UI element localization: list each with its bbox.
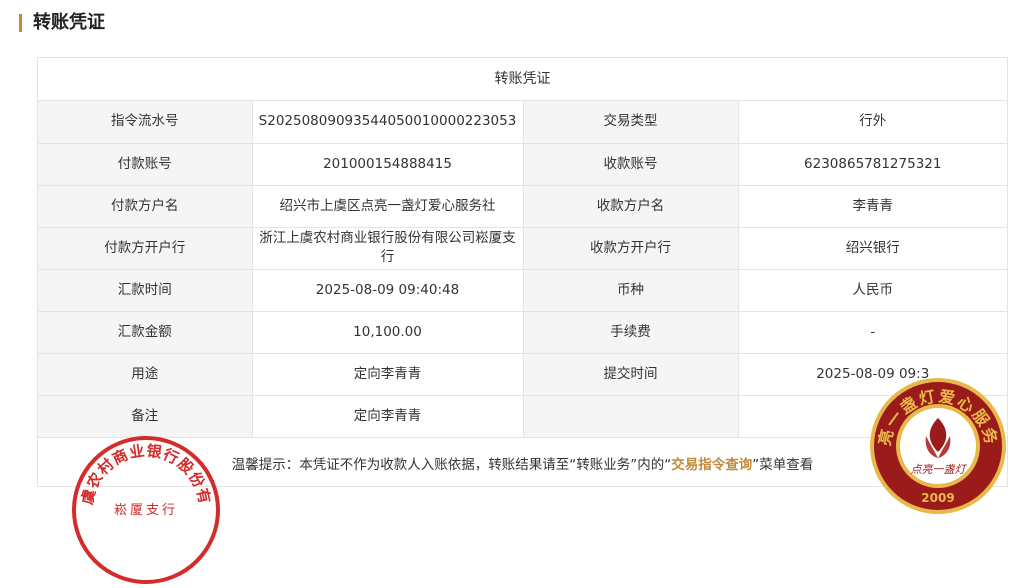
field-value: 人民币 (737, 268, 1007, 312)
field-value: 绍兴市上虞区点亮一盏灯爱心服务社 (251, 184, 524, 228)
field-label: 汇款时间 (38, 268, 253, 312)
field-value: 李青青 (737, 184, 1007, 228)
voucher-row: 付款方户名 绍兴市上虞区点亮一盏灯爱心服务社 收款方户名 李青青 (38, 184, 1007, 228)
voucher-row: 指令流水号 S2025080909354405001000022305​3 交易类型… (38, 101, 1007, 144)
tip-suffix: ”菜单查看 (752, 457, 814, 473)
bank-seal-stamp: 浙江上虞农村商业银行股份有限公司 崧厦支行 (68, 432, 220, 584)
field-label: 手续费 (522, 310, 739, 354)
field-label: 收款方户名 (522, 184, 739, 228)
voucher-row: 汇款时间 2025-08-09 09:40:48 币种 人民币 (38, 268, 1007, 312)
bank-seal-arc-text: 浙江上虞农村商业银行股份有限公司 (68, 432, 213, 506)
field-label: 提交时间 (522, 352, 739, 396)
org-seal-center-text: 点亮一盏灯 (911, 463, 968, 476)
field-value: 6230865781275321 (737, 142, 1007, 186)
field-label: 币种 (522, 268, 739, 312)
field-label: 交易类型 (522, 101, 739, 144)
title-accent-bar (19, 14, 22, 32)
field-label: 付款方开户行 (38, 226, 253, 270)
field-value: - (737, 310, 1007, 354)
field-label: 收款账号 (522, 142, 739, 186)
transfer-voucher: 转账凭证 指令流水号 S2025080909354405001000022305​… (37, 57, 1008, 487)
page-header: 转账凭证 (0, 0, 1018, 50)
field-value: 定向李青青 (251, 394, 524, 438)
field-value: 定向李青青 (251, 352, 524, 396)
svg-text:浙江上虞农村商业银行股份有限公司: 浙江上虞农村商业银行股份有限公司 (68, 432, 214, 506)
field-value: 10,100.00 (251, 310, 524, 354)
field-value: 绍兴银行 (737, 226, 1007, 270)
voucher-row: 用途 定向李青青 提交时间 2025-08-09 09:3 (38, 352, 1007, 396)
field-label: 付款账号 (38, 142, 253, 186)
bank-seal-branch-text: 崧厦支行 (114, 503, 178, 518)
voucher-row: 备注 定向李青青 (38, 394, 1007, 438)
field-value: S2025080909354405001000022305​3 (251, 101, 524, 144)
field-label (522, 394, 739, 438)
voucher-table: 指令流水号 S2025080909354405001000022305​3 交易类型… (38, 101, 1007, 438)
transaction-query-link[interactable]: 交易指令查询 (671, 457, 752, 473)
field-label: 汇款金额 (38, 310, 253, 354)
org-seal-year: 2009 (921, 491, 954, 505)
field-value: 201000154888415 (251, 142, 524, 186)
field-value: 浙江上虞农村商业银行股份有限公司崧厦支行 (251, 226, 524, 270)
field-label: 付款方户名 (38, 184, 253, 228)
organization-seal: 点亮一盏灯爱心服务社 点亮一盏灯 2009 (868, 376, 1006, 514)
voucher-row: 付款方开户行 浙江上虞农村商业银行股份有限公司崧厦支行 收款方开户行 绍兴银行 (38, 226, 1007, 270)
tip-prefix: 温馨提示：本凭证不作为收款人入账依据，转账结果请至“转账业务”内的“ (231, 457, 672, 473)
voucher-title: 转账凭证 (38, 58, 1007, 101)
field-value: 2025-08-09 09:40:48 (251, 268, 524, 312)
voucher-row: 付款账号 201000154888415 收款账号 6230865781275321 (38, 142, 1007, 186)
page-title: 转账凭证 (33, 12, 105, 33)
field-value: 行外 (737, 101, 1007, 144)
field-label: 收款方开户行 (522, 226, 739, 270)
voucher-row: 汇款金额 10,100.00 手续费 - (38, 310, 1007, 354)
field-label: 备注 (38, 394, 253, 438)
field-label: 指令流水号 (38, 101, 253, 144)
field-label: 用途 (38, 352, 253, 396)
